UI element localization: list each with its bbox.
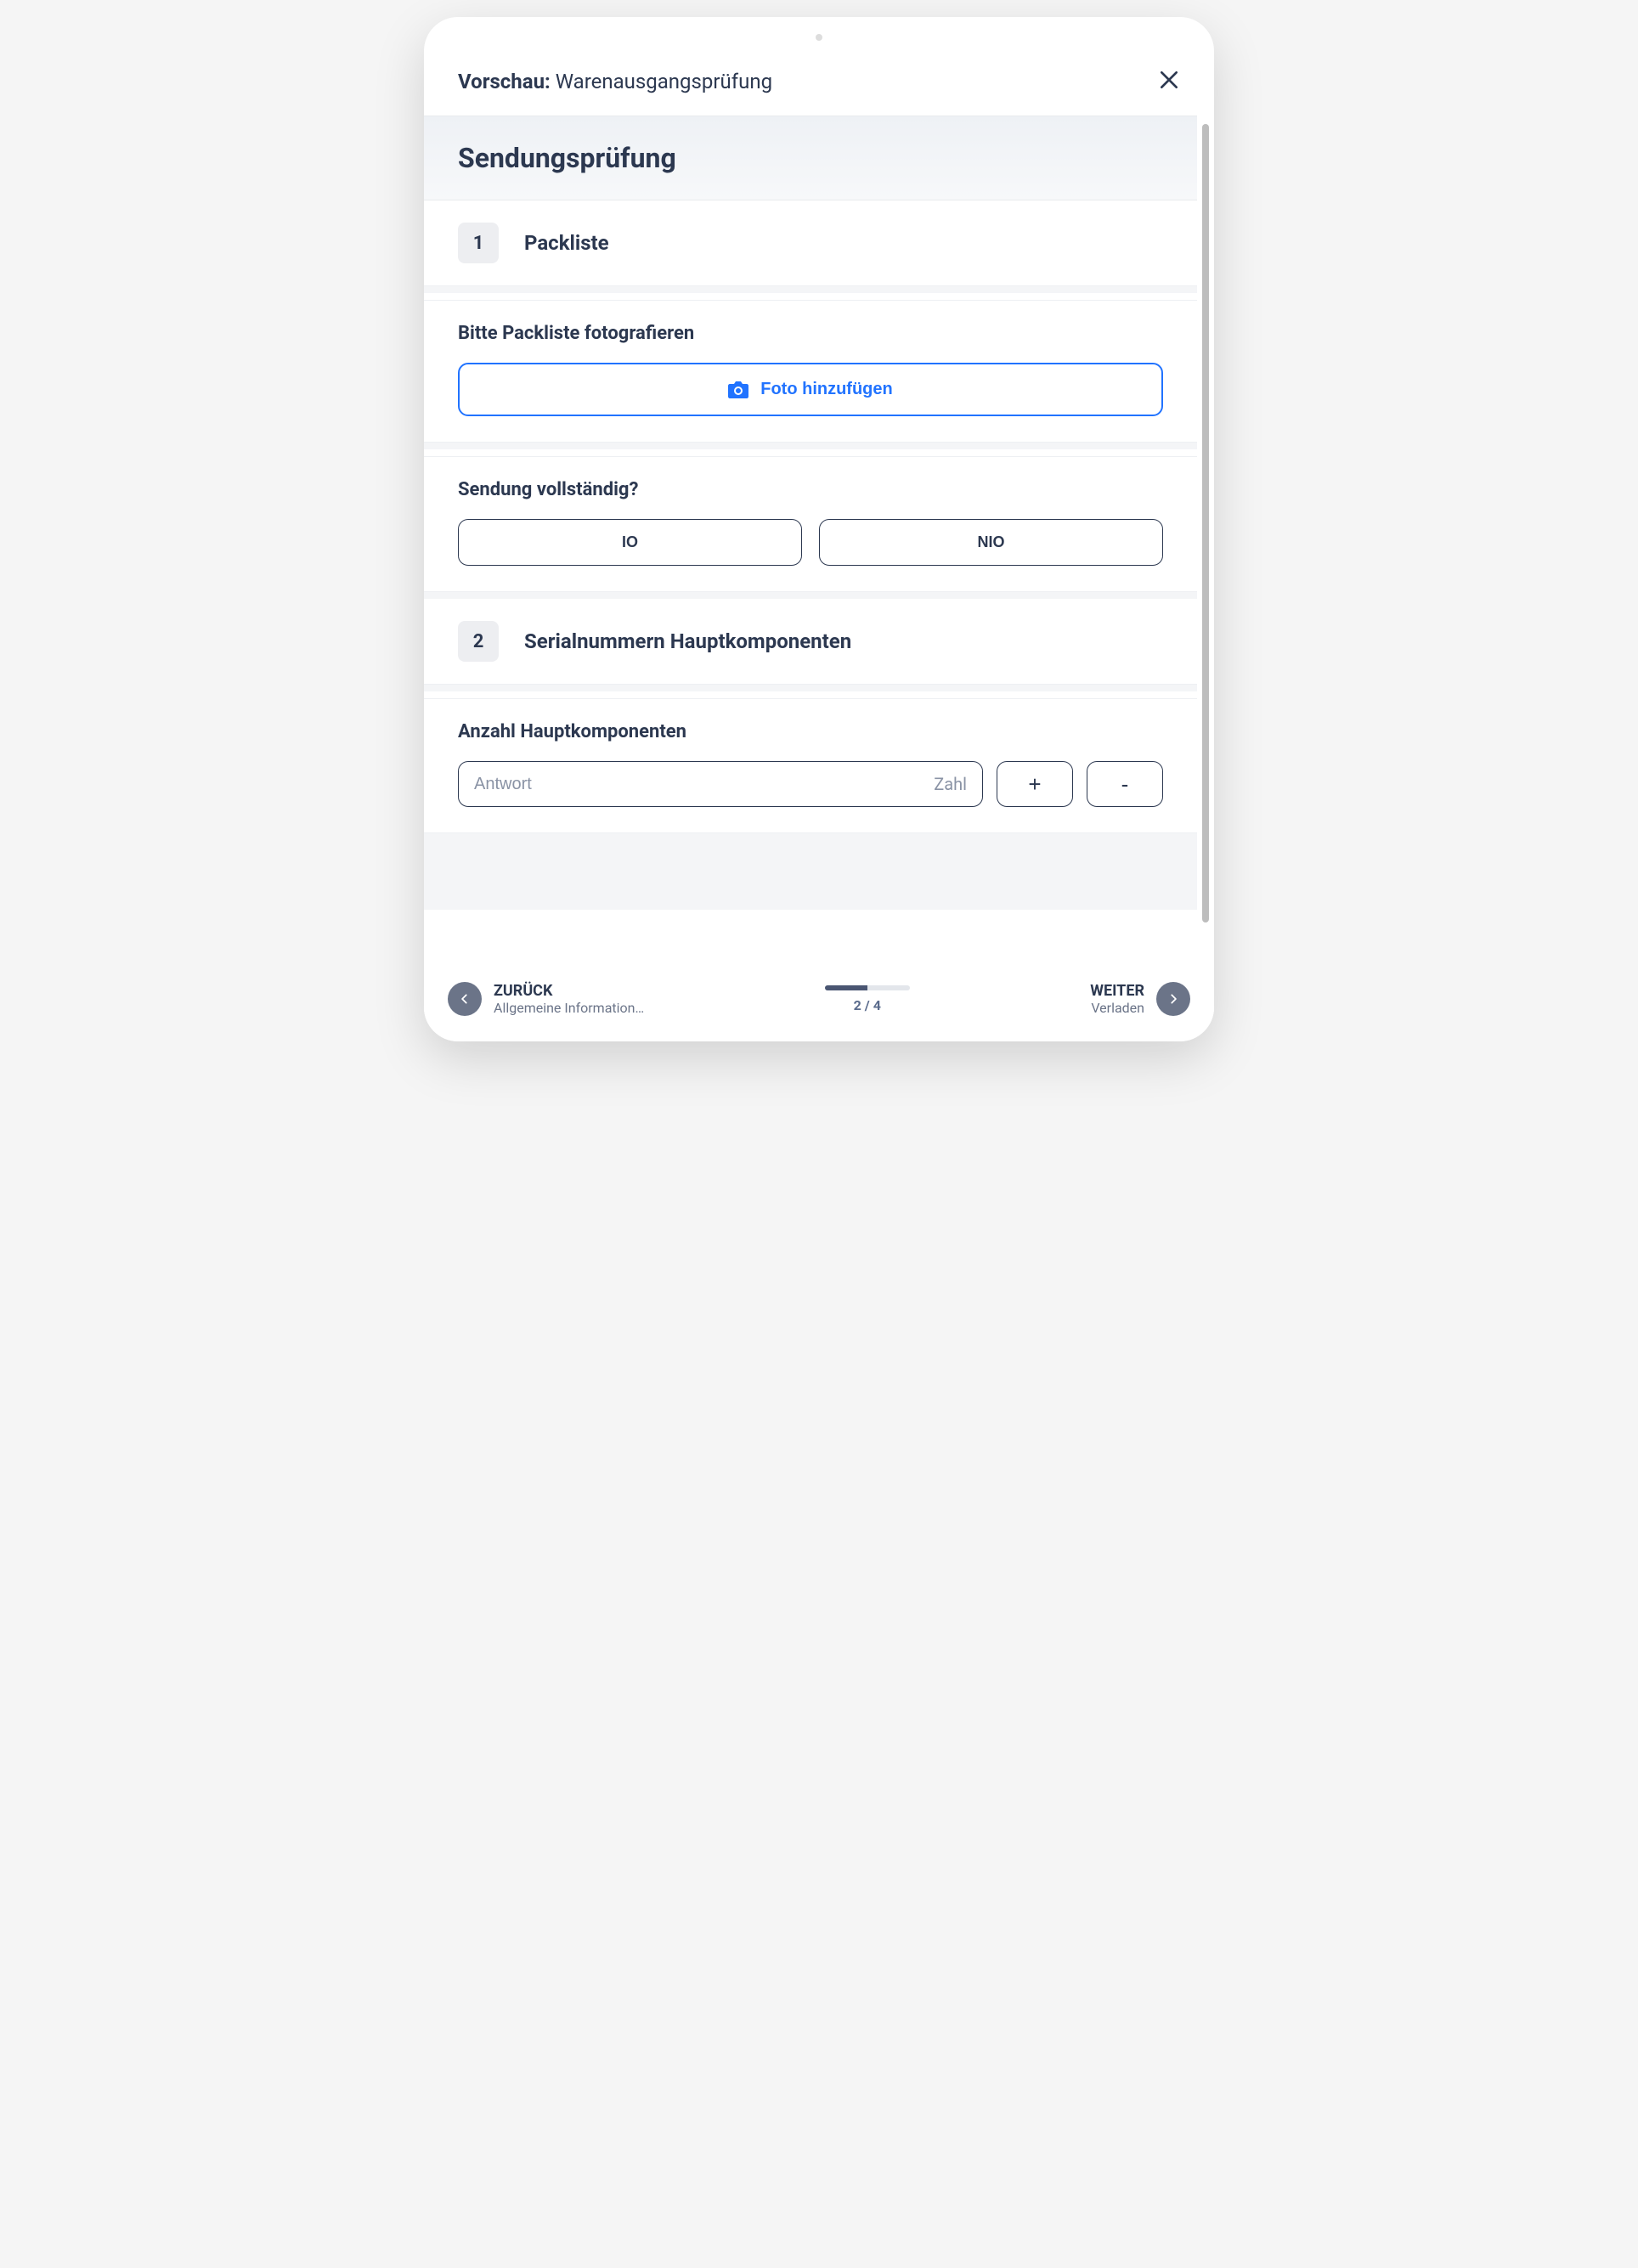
back-sublabel: Allgemeine Information… [494, 1000, 644, 1016]
modal-title-prefix: Vorschau: [458, 70, 551, 93]
modal-header: Vorschau: Warenausgangsprüfung [424, 51, 1214, 116]
close-icon[interactable] [1158, 68, 1180, 95]
progress-text: 2 / 4 [854, 997, 881, 1013]
progress-fill [825, 985, 867, 990]
forward-button[interactable]: WEITER Verladen [1090, 982, 1190, 1016]
progress-bar [825, 985, 910, 990]
number-unit: Zahl [934, 774, 967, 794]
step-number-badge: 2 [458, 621, 499, 662]
scrollbar-thumb[interactable] [1202, 124, 1209, 922]
decrement-button[interactable]: - [1087, 761, 1163, 807]
increment-button[interactable]: + [997, 761, 1073, 807]
step-header-1: 1 Packliste [424, 200, 1197, 286]
back-text: ZURÜCK Allgemeine Information… [494, 982, 644, 1016]
step-title: Serialnummern Hauptkomponenten [524, 629, 851, 653]
add-photo-label: Foto hinzufügen [760, 380, 893, 399]
photo-card: Bitte Packliste fotografieren Foto hinzu… [424, 300, 1197, 443]
spacer [424, 833, 1197, 910]
tablet-camera-dot [816, 34, 822, 41]
choice-io-button[interactable]: IO [458, 519, 802, 566]
tablet-frame: Vorschau: Warenausgangsprüfung Sendungsp… [424, 17, 1214, 1041]
forward-text: WEITER Verladen [1090, 982, 1144, 1016]
divider [424, 443, 1197, 449]
choice-nio-button[interactable]: NIO [819, 519, 1163, 566]
photo-card-label: Bitte Packliste fotografieren [458, 323, 1163, 344]
add-photo-button[interactable]: Foto hinzufügen [458, 363, 1163, 416]
back-button[interactable]: ZURÜCK Allgemeine Information… [448, 982, 644, 1016]
divider [424, 685, 1197, 691]
modal-title: Vorschau: Warenausgangsprüfung [458, 70, 772, 93]
camera-icon [728, 381, 748, 398]
step-header-2: 2 Serialnummern Hauptkomponenten [424, 599, 1197, 685]
content: Sendungsprüfung 1 Packliste Bitte Packli… [424, 116, 1214, 910]
number-input[interactable] [474, 775, 770, 794]
choice-card-label: Sendung vollständig? [458, 479, 1163, 500]
step-number-badge: 1 [458, 223, 499, 263]
screen: Vorschau: Warenausgangsprüfung Sendungsp… [424, 51, 1214, 1024]
divider [424, 592, 1197, 599]
footer-nav: ZURÜCK Allgemeine Information… 2 / 4 WEI… [424, 965, 1214, 1024]
section-title-bar: Sendungsprüfung [424, 116, 1197, 200]
number-card: Anzahl Hauptkomponenten Zahl + - [424, 698, 1197, 833]
number-card-label: Anzahl Hauptkomponenten [458, 721, 1163, 742]
scroll-area[interactable]: Sendungsprüfung 1 Packliste Bitte Packli… [424, 116, 1214, 965]
choice-card: Sendung vollständig? IO NIO [424, 456, 1197, 592]
divider [424, 286, 1197, 293]
back-label: ZURÜCK [494, 982, 644, 1000]
step-title: Packliste [524, 231, 609, 255]
modal-title-name: Warenausgangsprüfung [556, 70, 772, 93]
number-input-wrap[interactable]: Zahl [458, 761, 983, 807]
forward-sublabel: Verladen [1091, 1000, 1144, 1016]
chevron-right-icon [1156, 982, 1190, 1016]
choice-row: IO NIO [458, 519, 1163, 566]
chevron-left-icon [448, 982, 482, 1016]
forward-label: WEITER [1090, 982, 1144, 1000]
section-title: Sendungsprüfung [458, 142, 1163, 174]
progress-indicator: 2 / 4 [825, 985, 910, 1013]
number-row: Zahl + - [458, 761, 1163, 807]
